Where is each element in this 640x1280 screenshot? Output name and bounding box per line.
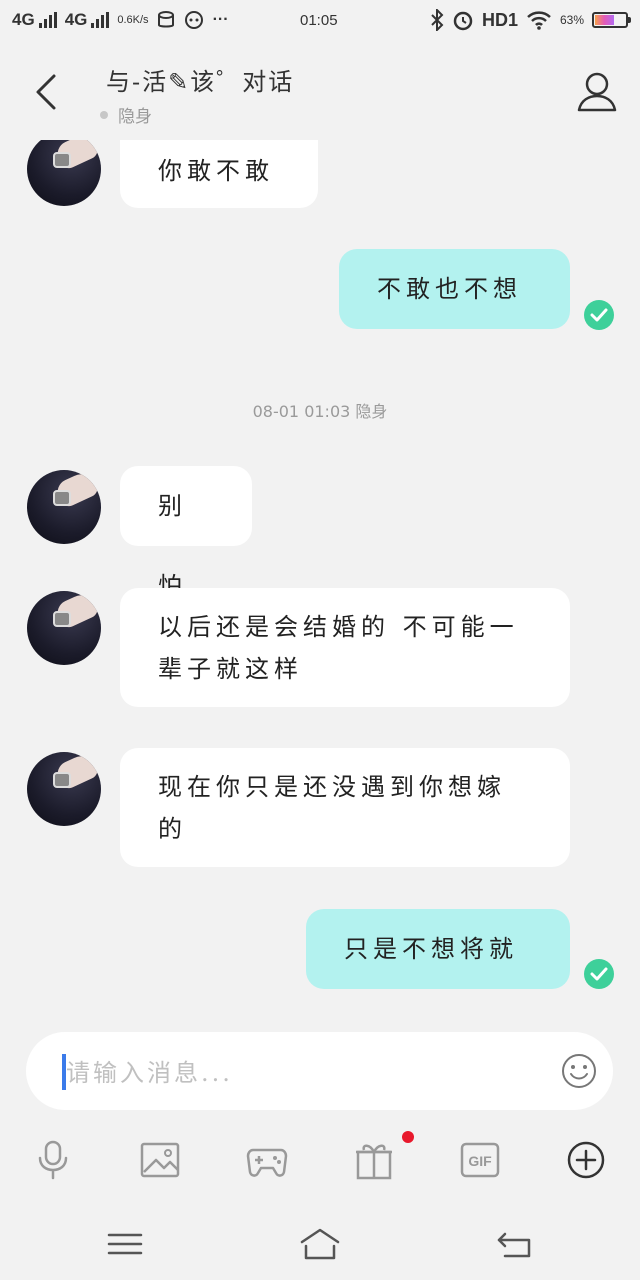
message-input[interactable] bbox=[64, 1052, 548, 1094]
emoji-button[interactable] bbox=[561, 1053, 597, 1089]
presence-dot bbox=[100, 110, 108, 119]
timestamp-divider: 08-01 01:03 隐身 bbox=[252, 402, 388, 421]
message-list[interactable]: 你敢不敢 不敢也不想 08-01 01:03 隐身 别怕 以后还是会结婚的 不可… bbox=[0, 140, 640, 1025]
gif-button[interactable]: GIF bbox=[458, 1138, 502, 1182]
nav-home-button[interactable] bbox=[298, 1226, 342, 1262]
alarm-icon bbox=[453, 11, 473, 31]
signal-1-label: 4G bbox=[12, 10, 35, 29]
bluetooth-icon bbox=[431, 9, 444, 31]
message-text: 你敢不敢 bbox=[158, 157, 274, 185]
chevron-left-icon bbox=[36, 74, 56, 110]
presence-label: 隐身 bbox=[118, 107, 152, 127]
game-button[interactable] bbox=[245, 1138, 289, 1182]
message-bubble-outgoing[interactable]: 只是不想将就 bbox=[306, 909, 570, 989]
message-bubble-outgoing[interactable]: 不敢也不想 bbox=[339, 249, 570, 329]
message-text: 以后还是会结婚的 不可能一辈子就这样 bbox=[158, 613, 519, 683]
signal-bars-icon bbox=[91, 12, 110, 28]
nav-back-button[interactable] bbox=[493, 1226, 537, 1262]
system-nav-bar bbox=[0, 1210, 640, 1280]
profile-button[interactable] bbox=[576, 70, 618, 114]
signal-bars-icon bbox=[38, 12, 57, 28]
image-icon bbox=[140, 1142, 180, 1178]
status-bar: 4G 4G 0.6K/s ··· 01:05 HD1 63% bbox=[0, 0, 640, 44]
contact-avatar[interactable] bbox=[27, 140, 101, 206]
presence-status: 隐身 bbox=[100, 102, 152, 127]
add-circle-icon bbox=[567, 1141, 605, 1179]
gift-notification-badge bbox=[402, 1131, 414, 1143]
signal-2-label: 4G bbox=[64, 10, 88, 29]
voice-button[interactable] bbox=[31, 1138, 75, 1182]
signal-2: 4G bbox=[65, 10, 110, 30]
gif-icon: GIF bbox=[460, 1142, 500, 1178]
contact-avatar[interactable] bbox=[27, 752, 101, 826]
delivered-check-icon bbox=[584, 300, 614, 330]
more-button[interactable] bbox=[564, 1138, 608, 1182]
more-dots-icon: ··· bbox=[212, 11, 229, 28]
menu-icon bbox=[107, 1233, 143, 1255]
message-bubble-incoming[interactable]: 现在你只是还没遇到你想嫁的 bbox=[120, 748, 570, 867]
message-bubble-incoming[interactable]: 别怕 bbox=[120, 466, 252, 600]
contact-avatar[interactable] bbox=[27, 591, 101, 665]
input-toolbar: GIF bbox=[0, 1130, 640, 1186]
image-button[interactable] bbox=[138, 1138, 182, 1182]
home-icon bbox=[300, 1228, 340, 1260]
message-text: 不敢也不想 bbox=[377, 275, 522, 303]
message-text: 别怕 bbox=[158, 492, 187, 600]
clock: 01:05 bbox=[300, 12, 338, 29]
data-saver-icon bbox=[157, 11, 174, 28]
gift-icon bbox=[356, 1144, 392, 1180]
back-arrow-icon bbox=[497, 1232, 531, 1258]
signal-1: 4G bbox=[12, 10, 57, 30]
wifi-icon bbox=[527, 11, 551, 30]
chat-bubble-icon bbox=[184, 11, 203, 29]
gift-button[interactable] bbox=[352, 1138, 396, 1182]
message-bubble-incoming[interactable]: 以后还是会结婚的 不可能一辈子就这样 bbox=[120, 588, 570, 707]
message-text: 只是不想将就 bbox=[344, 935, 518, 963]
message-bubble-incoming[interactable]: 你敢不敢 bbox=[120, 140, 318, 208]
gif-label: GIF bbox=[468, 1153, 492, 1169]
net-speed: 0.6K/s bbox=[117, 14, 149, 26]
message-text: 现在你只是还没遇到你想嫁的 bbox=[158, 773, 506, 843]
battery-fill bbox=[595, 15, 614, 25]
gamepad-icon bbox=[246, 1148, 288, 1177]
delivered-check-icon bbox=[584, 959, 614, 989]
chat-title: 与-活✎该゜对话 bbox=[106, 68, 295, 96]
contact-avatar[interactable] bbox=[27, 470, 101, 544]
status-left: 4G 4G 0.6K/s ··· bbox=[12, 10, 229, 30]
battery-percent: 63% bbox=[559, 13, 584, 27]
message-input-bar bbox=[26, 1032, 613, 1110]
battery-icon bbox=[592, 12, 631, 28]
nav-menu-button[interactable] bbox=[103, 1226, 147, 1262]
smiley-icon bbox=[562, 1054, 596, 1088]
chat-header: 与-活✎该゜对话 隐身 bbox=[0, 44, 640, 140]
status-right: HD1 63% bbox=[430, 9, 631, 31]
back-button[interactable] bbox=[26, 70, 66, 114]
user-icon bbox=[577, 72, 617, 112]
microphone-icon bbox=[38, 1140, 68, 1180]
hd-indicator: HD1 bbox=[481, 9, 518, 30]
